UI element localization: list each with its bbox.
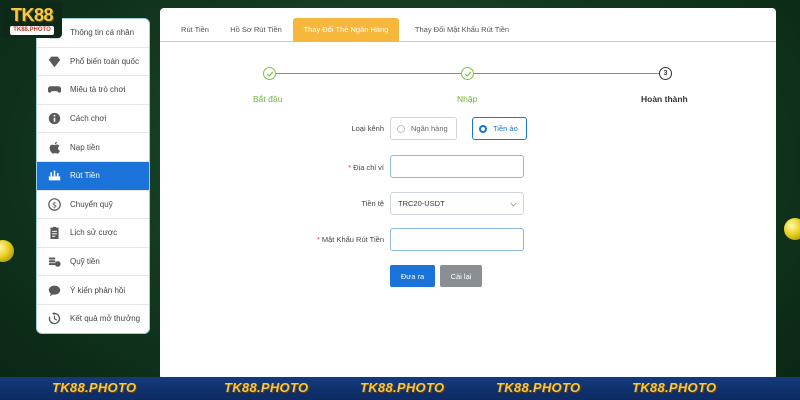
banner-watermark-text: TK88.PHOTO <box>360 380 445 395</box>
sidebar-menu: Thông tin cá nhân Phổ biến toàn quốc Miê… <box>36 18 150 334</box>
banner-watermark-text: TK88.PHOTO <box>224 380 309 395</box>
tab-change-withdraw-password[interactable]: Thay Đổi Mật Khẩu Rút Tiền <box>406 18 518 42</box>
sidebar-item-deposit[interactable]: Nạp tiền <box>37 133 149 162</box>
brand-logo[interactable]: TK88 TK88.PHOTO <box>2 2 62 38</box>
dollar-icon: $ <box>47 197 61 211</box>
withdraw-password-label-text: Mật Khẩu Rút Tiền <box>321 235 384 244</box>
apple-icon <box>47 140 61 154</box>
withdraw-panel: Rút Tiền Hồ Sơ Rút Tiền Thay Đổi Thẻ Ngâ… <box>160 8 776 380</box>
step-label-input: Nhập <box>457 94 478 104</box>
withdraw-password-input[interactable] <box>390 228 524 251</box>
football-decoration-icon <box>0 240 14 262</box>
radio-label: Ngân hàng <box>411 124 448 133</box>
tab-bar: Rút Tiền Hồ Sơ Rút Tiền Thay Đổi Thẻ Ngâ… <box>160 18 776 42</box>
logo-text: TK88 <box>10 4 54 25</box>
sidebar-item-label: Quỹ tiền <box>70 257 100 267</box>
watermark-banner: TK88.PHOTO TK88.PHOTO TK88.PHOTO TK88.PH… <box>0 377 800 400</box>
svg-text:$: $ <box>51 199 56 209</box>
sidebar-item-label: Chuyển quỹ <box>70 199 113 209</box>
step-number-badge: 3 <box>659 67 672 80</box>
banner-watermark-text: TK88.PHOTO <box>52 380 137 395</box>
banner-watermark-text: TK88.PHOTO <box>632 380 717 395</box>
currency-label: Tiền tệ <box>361 199 384 208</box>
sidebar-item-results[interactable]: Kết quả mở thưởng <box>37 305 149 333</box>
sidebar-item-games[interactable]: Miêu tả trò chơi <box>37 76 149 105</box>
clipboard-icon <box>47 226 61 240</box>
sidebar-item-bet-history[interactable]: Lịch sử cược <box>37 219 149 248</box>
chat-icon <box>47 283 61 297</box>
sidebar-item-funds[interactable]: Quỹ tiền <box>37 248 149 277</box>
currency-select[interactable]: TRC20-USDT <box>390 192 524 215</box>
withdraw-password-label: * Mật Khẩu Rút Tiền <box>300 235 384 244</box>
history-icon <box>47 312 61 326</box>
football-decoration-icon <box>784 218 800 240</box>
sidebar-item-feedback[interactable]: Ý kiến phản hồi <box>37 276 149 305</box>
sidebar-item-label: Nạp tiền <box>70 142 100 152</box>
sidebar-item-withdraw[interactable]: Rút Tiền <box>37 161 149 191</box>
tab-change-bank-card[interactable]: Thay Đổi Thẻ Ngân Hàng <box>293 18 399 42</box>
sidebar-item-promotion[interactable]: Phổ biến toàn quốc <box>37 48 149 77</box>
diamond-icon <box>47 54 61 68</box>
sidebar-item-transfer[interactable]: $ Chuyển quỹ <box>37 191 149 220</box>
currency-selected-value: TRC20-USDT <box>398 199 445 208</box>
info-icon <box>47 112 61 126</box>
sidebar-item-label: Cách chơi <box>70 114 107 124</box>
sidebar-item-label: Kết quả mở thưởng <box>70 314 141 324</box>
gamepad-icon <box>47 83 61 97</box>
sidebar-item-label: Rút Tiền <box>70 171 100 181</box>
step-done-icon <box>263 67 276 80</box>
withdraw-icon <box>47 169 61 183</box>
required-mark: * <box>316 235 320 244</box>
submit-button[interactable]: Đưa ra <box>390 265 435 287</box>
required-mark: * <box>348 163 352 172</box>
wallet-address-label-text: Địa chỉ ví <box>353 163 384 172</box>
chevron-down-icon <box>510 202 517 207</box>
step-label-complete: Hoàn thành <box>641 94 688 104</box>
sidebar-item-label: Lịch sử cược <box>70 228 118 238</box>
radio-label: Tiền ảo <box>493 124 518 133</box>
reset-button[interactable]: Cài lại <box>440 265 482 287</box>
radio-checked-icon <box>479 124 487 133</box>
sidebar-item-label: Ý kiến phản hồi <box>70 285 126 295</box>
channel-type-label: Loại kênh <box>351 124 384 133</box>
wallet-address-label: * Địa chỉ ví <box>310 163 384 172</box>
step-label-start: Bắt đầu <box>253 94 283 104</box>
step-done-icon <box>461 67 474 80</box>
sidebar-item-label: Thông tin cá nhân <box>70 28 135 38</box>
tab-withdraw[interactable]: Rút Tiền <box>172 18 218 42</box>
stepper-line <box>276 73 462 74</box>
banner-watermark-text: TK88.PHOTO <box>496 380 581 395</box>
sidebar-item-label: Miêu tả trò chơi <box>70 85 126 95</box>
logo-subtext: TK88.PHOTO <box>10 25 54 35</box>
radio-unchecked-icon <box>397 124 405 133</box>
channel-option-bank[interactable]: Ngân hàng <box>390 117 457 140</box>
stepper-line <box>474 73 660 74</box>
wallet-address-input[interactable] <box>390 155 524 178</box>
sidebar-item-how-to-play[interactable]: Cách chơi <box>37 105 149 134</box>
channel-option-crypto[interactable]: Tiền ảo <box>472 117 527 140</box>
coins-icon <box>47 255 61 269</box>
sidebar-item-label: Phổ biến toàn quốc <box>70 56 139 66</box>
tab-withdraw-history[interactable]: Hồ Sơ Rút Tiền <box>224 18 288 42</box>
